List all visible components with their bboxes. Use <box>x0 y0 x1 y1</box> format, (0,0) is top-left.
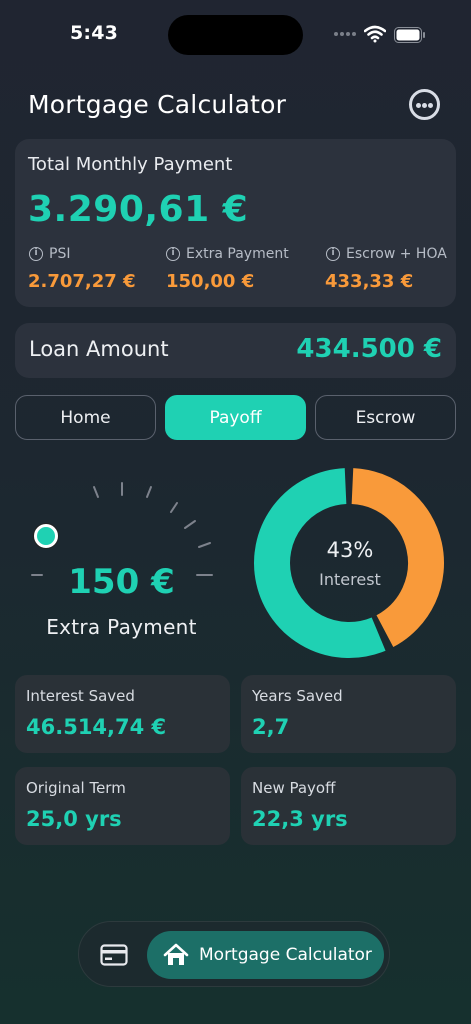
principal-arc <box>254 468 386 658</box>
loan-amount-card[interactable]: Loan Amount 434.500 € <box>15 323 456 378</box>
tab-escrow[interactable]: Escrow <box>315 395 456 440</box>
dynamic-island <box>168 15 303 55</box>
stat-label: Interest Saved <box>26 687 135 705</box>
total-value: 3.290,61 € <box>28 189 249 230</box>
interest-percent: 43% <box>326 538 374 562</box>
stat-interest-saved: Interest Saved 46.514,74 € <box>15 675 230 753</box>
total-label: Total Monthly Payment <box>28 154 233 175</box>
battery-icon <box>394 27 425 43</box>
psi-value: 2.707,27 € <box>28 271 136 292</box>
stat-label: Years Saved <box>252 687 343 705</box>
stat-new-payoff: New Payoff 22,3 yrs <box>241 767 456 845</box>
loan-amount-label: Loan Amount <box>29 337 169 361</box>
loan-amount-value: 434.500 € <box>296 334 442 364</box>
dial-knob[interactable] <box>34 524 58 548</box>
extra-payment-value: 150 € <box>68 562 175 602</box>
stat-value: 25,0 yrs <box>26 807 122 831</box>
stat-label: New Payoff <box>252 779 336 797</box>
extra-payment-label: Extra Payment <box>46 615 197 639</box>
info-icon[interactable]: i <box>326 247 340 261</box>
status-time: 5:43 <box>70 22 119 44</box>
page-title: Mortgage Calculator <box>28 90 287 119</box>
stat-value: 46.514,74 € <box>26 715 167 739</box>
stat-value: 22,3 yrs <box>252 807 348 831</box>
tab-home[interactable]: Home <box>15 395 156 440</box>
escrow-hoa-value: 433,33 € <box>325 271 414 292</box>
interest-donut-chart <box>254 468 444 658</box>
wifi-icon <box>364 25 386 43</box>
house-icon <box>163 943 189 965</box>
signal-icon <box>334 32 360 38</box>
info-icon[interactable]: i <box>29 247 43 261</box>
psi-label: i PSI <box>29 246 70 262</box>
stat-label: Original Term <box>26 779 126 797</box>
tab-payoff[interactable]: Payoff <box>165 395 306 440</box>
extra-payment-value: 150,00 € <box>166 271 255 292</box>
stat-original-term: Original Term 25,0 yrs <box>15 767 230 845</box>
stat-years-saved: Years Saved 2,7 <box>241 675 456 753</box>
total-payment-card: Total Monthly Payment 3.290,61 € i PSI 2… <box>15 139 456 307</box>
extra-payment-label: i Extra Payment <box>166 246 289 262</box>
nav-label: Mortgage Calculator <box>199 945 372 965</box>
interest-label: Interest <box>319 570 381 589</box>
credit-card-icon[interactable] <box>100 944 128 966</box>
nav-mortgage-calculator-button[interactable]: Mortgage Calculator <box>147 931 384 979</box>
stat-value: 2,7 <box>252 715 290 739</box>
escrow-hoa-label: i Escrow + HOA <box>326 246 447 262</box>
info-icon[interactable]: i <box>166 247 180 261</box>
more-options-button[interactable] <box>409 89 440 120</box>
